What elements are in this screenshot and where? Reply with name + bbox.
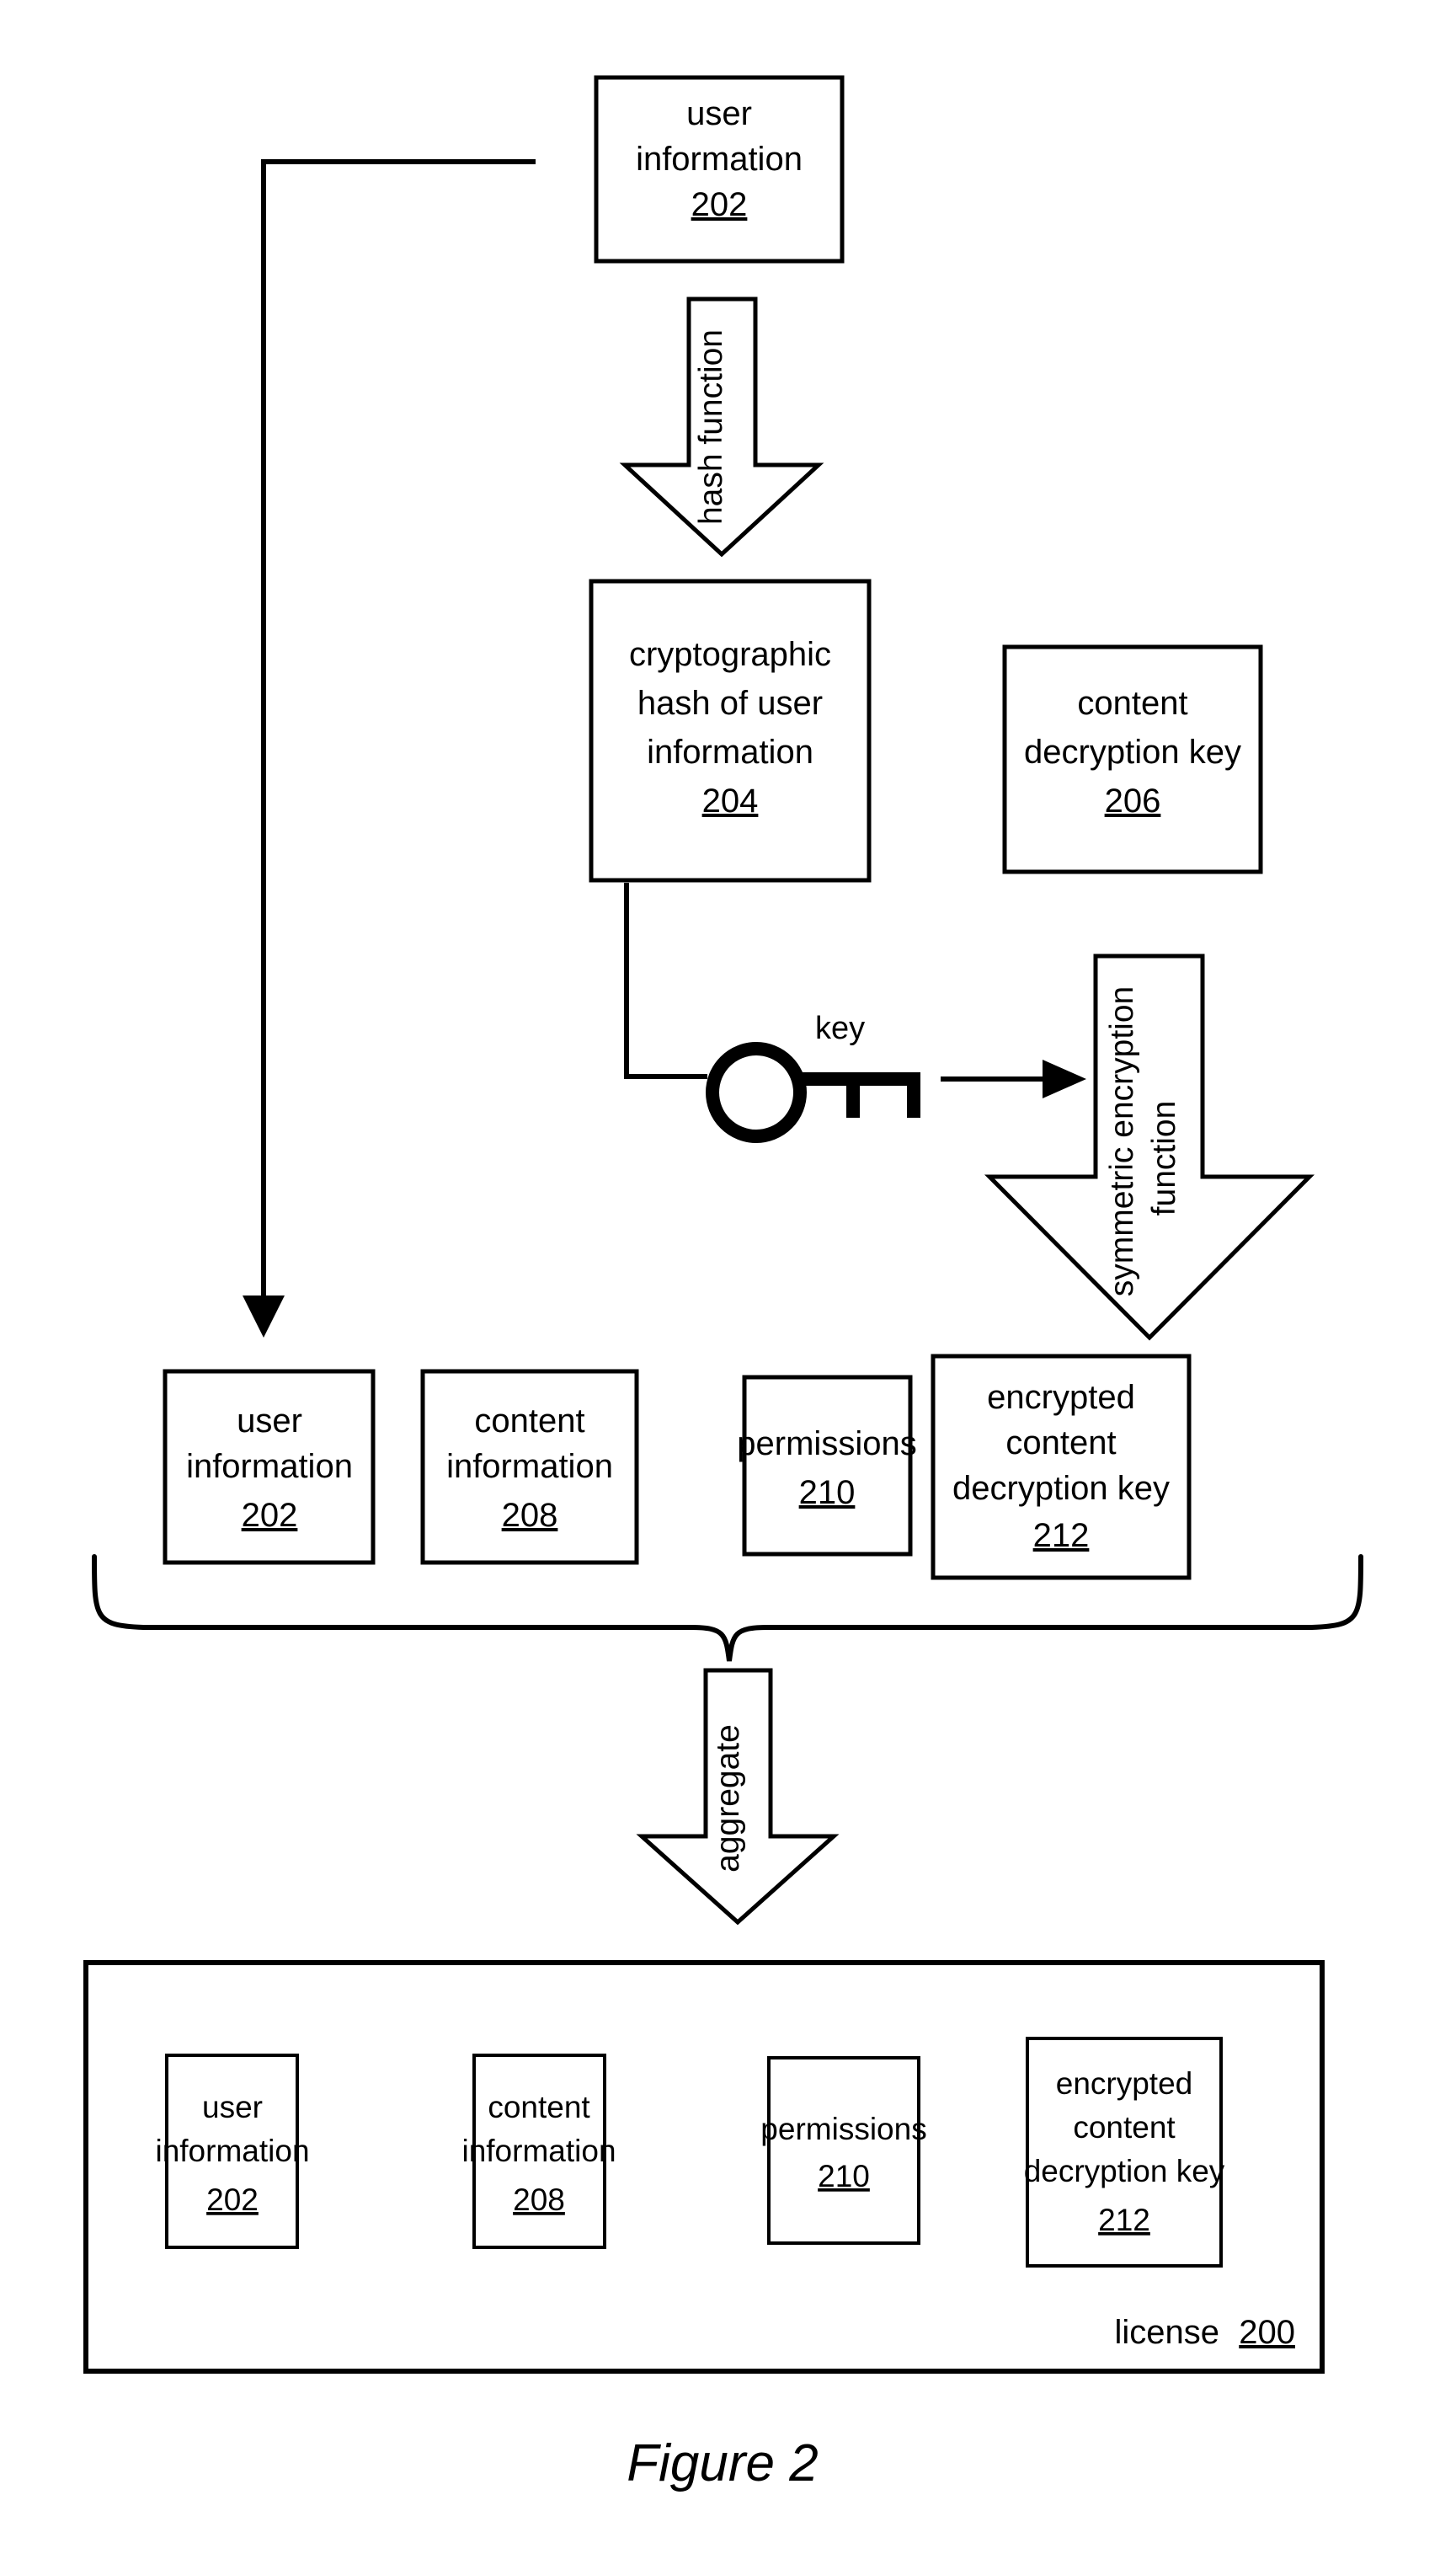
node-content-information-mid-line1: content bbox=[474, 1402, 584, 1440]
node-content-information-mid-ref: 208 bbox=[502, 1497, 558, 1534]
node-content-decryption-key-ref: 206 bbox=[1105, 783, 1161, 820]
key-to-encryption-arrowhead bbox=[1043, 1060, 1086, 1098]
node-permissions-mid[interactable]: permissions 210 bbox=[737, 1375, 917, 1557]
feedback-connector bbox=[243, 159, 536, 1338]
node-user-information-mid-ref: 202 bbox=[242, 1497, 298, 1534]
node-cryptographic-hash[interactable]: cryptographic hash of user information 2… bbox=[589, 579, 872, 883]
diagram-canvas: user information 202 hash function crypt… bbox=[83, 75, 1363, 2492]
node-content-decryption-key-line1: content bbox=[1077, 685, 1187, 722]
node-permissions-mid-ref: 210 bbox=[799, 1474, 856, 1511]
figure-caption: Figure 2 bbox=[627, 2434, 818, 2492]
node-encrypted-key-mid-line2: content bbox=[1005, 1424, 1116, 1461]
node-content-decryption-key-line2: decryption key bbox=[1024, 734, 1241, 771]
node-user-information-mid-line1: user bbox=[237, 1402, 302, 1440]
component-row: user information 202 content information… bbox=[163, 1354, 1192, 1580]
feedback-connector-line bbox=[261, 159, 536, 1297]
arrow-aggregate-label: aggregate bbox=[710, 1724, 746, 1872]
node-user-information-top-ref: 202 bbox=[691, 186, 748, 223]
node-encrypted-key-mid-line1: encrypted bbox=[987, 1379, 1135, 1416]
node-content-information-mid-line2: information bbox=[446, 1448, 613, 1485]
node-user-information-license[interactable]: user information 202 bbox=[155, 2054, 310, 2249]
node-content-information-mid[interactable]: content information 208 bbox=[420, 1369, 639, 1565]
node-encrypted-key-mid-ref: 212 bbox=[1033, 1517, 1090, 1554]
node-user-information-mid[interactable]: user information 202 bbox=[163, 1369, 376, 1565]
node-encrypted-key-license-line2: content bbox=[1073, 2110, 1176, 2145]
node-user-information-license-ref: 202 bbox=[206, 2182, 259, 2217]
node-content-information-license-line2: information bbox=[461, 2134, 616, 2168]
node-content-information-license-ref: 208 bbox=[513, 2182, 565, 2217]
key-to-encryption-arrow bbox=[941, 1060, 1086, 1098]
node-content-information-license[interactable]: content information 208 bbox=[461, 2054, 616, 2249]
node-permissions-mid-line1: permissions bbox=[737, 1425, 916, 1462]
license-container-label: license bbox=[1114, 2314, 1219, 2351]
node-user-information-license-line1: user bbox=[202, 2090, 263, 2124]
node-permissions-license[interactable]: permissions 210 bbox=[760, 2056, 927, 2245]
hash-to-key-connector-line bbox=[624, 883, 707, 1079]
node-permissions-mid-box bbox=[742, 1375, 913, 1557]
key-icon-label: key bbox=[815, 1011, 865, 1046]
node-cryptographic-hash-line1: cryptographic bbox=[629, 636, 831, 673]
arrow-symmetric-encryption-label-line1: symmetric encryption bbox=[1104, 986, 1140, 1296]
node-user-information-top-line1: user bbox=[686, 95, 752, 132]
node-content-decryption-key[interactable]: content decryption key 206 bbox=[1002, 644, 1263, 874]
node-cryptographic-hash-box bbox=[589, 579, 872, 883]
node-encrypted-key-license-line3: decryption key bbox=[1024, 2154, 1225, 2188]
node-cryptographic-hash-line2: hash of user bbox=[637, 685, 823, 722]
node-user-information-top-line2: information bbox=[636, 141, 803, 178]
node-permissions-license-ref: 210 bbox=[818, 2159, 870, 2193]
node-permissions-license-box bbox=[767, 2056, 920, 2245]
arrow-aggregate: aggregate bbox=[636, 1668, 840, 1926]
node-encrypted-key-mid[interactable]: encrypted content decryption key 212 bbox=[931, 1354, 1192, 1580]
arrow-hash-function-label: hash function bbox=[693, 329, 729, 525]
patent-figure-2: user information 202 hash function crypt… bbox=[0, 0, 1456, 2575]
feedback-connector-arrowhead bbox=[243, 1296, 285, 1338]
node-permissions-license-line1: permissions bbox=[760, 2112, 926, 2146]
node-cryptographic-hash-ref: 204 bbox=[702, 783, 759, 820]
arrow-hash-function: hash function bbox=[619, 296, 824, 558]
node-content-information-license-line1: content bbox=[488, 2090, 590, 2124]
key-icon: key bbox=[706, 1011, 920, 1143]
node-encrypted-key-mid-line3: decryption key bbox=[952, 1470, 1170, 1507]
node-user-information-mid-line2: information bbox=[186, 1448, 353, 1485]
node-encrypted-key-license[interactable]: encrypted content decryption key 212 bbox=[1024, 2037, 1225, 2268]
node-user-information-top[interactable]: user information 202 bbox=[594, 75, 845, 264]
license-container[interactable]: user information 202 content information… bbox=[83, 1960, 1325, 2374]
node-encrypted-key-license-ref: 212 bbox=[1098, 2203, 1150, 2237]
key-icon-bow bbox=[706, 1042, 807, 1143]
node-user-information-license-line2: information bbox=[155, 2134, 309, 2168]
node-encrypted-key-license-line1: encrypted bbox=[1056, 2066, 1193, 2101]
arrow-symmetric-encryption-label-line2: function bbox=[1146, 1101, 1182, 1216]
node-cryptographic-hash-line3: information bbox=[647, 734, 813, 771]
arrow-symmetric-encryption: symmetric encryption function bbox=[984, 954, 1315, 1341]
license-container-ref: 200 bbox=[1239, 2314, 1295, 2351]
hash-to-key-connector bbox=[624, 883, 707, 1079]
